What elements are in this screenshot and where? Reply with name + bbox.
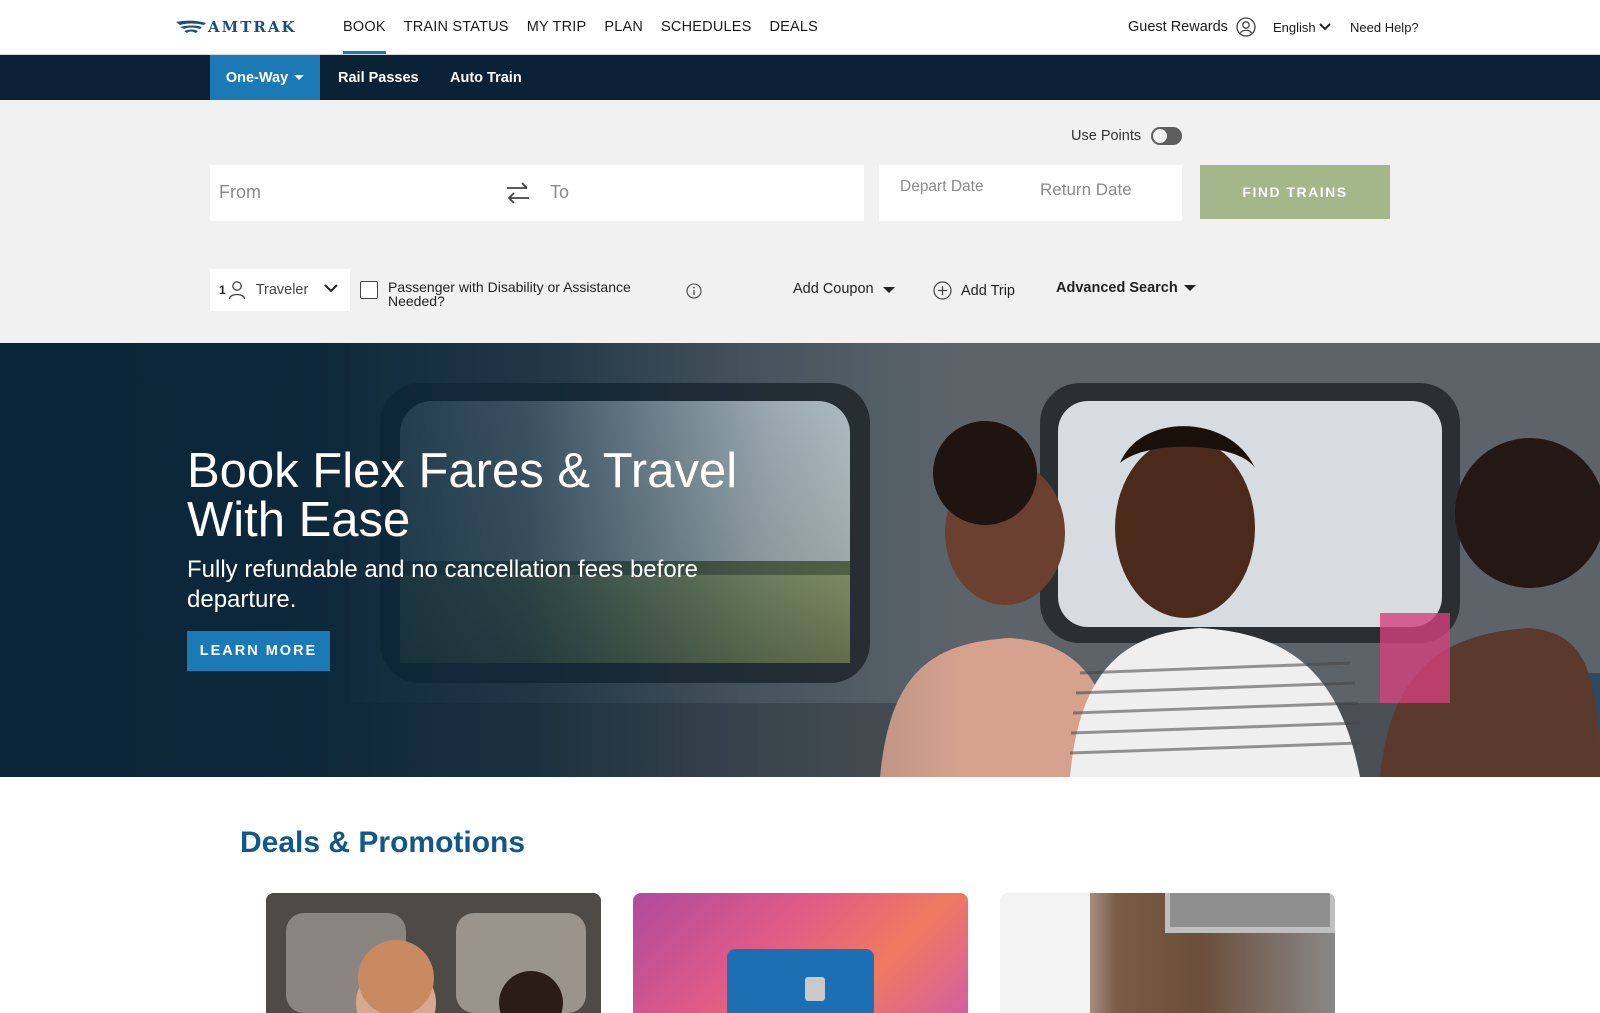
deals-section-title: Deals & Promotions	[240, 826, 526, 859]
to-input[interactable]: To	[550, 182, 569, 203]
traveler-count: 1	[219, 283, 226, 297]
deal-card-2-image	[727, 949, 874, 1013]
main-nav: BOOK TRAIN STATUS MY TRIP PLAN SCHEDULES…	[343, 0, 836, 54]
amtrak-swoosh-icon	[176, 20, 206, 33]
find-trains-button[interactable]: FIND TRAINS	[1200, 165, 1390, 219]
chevron-down-icon	[1318, 23, 1331, 31]
add-coupon-dropdown[interactable]: Add Coupon	[793, 281, 895, 297]
caret-down-icon	[294, 75, 305, 80]
use-points-label: Use Points	[1071, 128, 1142, 144]
traveler-label: Traveler	[255, 282, 309, 298]
disability-checkbox[interactable]	[360, 281, 378, 299]
nav-plan[interactable]: PLAN	[604, 0, 643, 54]
nav-book[interactable]: BOOK	[343, 0, 386, 54]
swap-stations-icon[interactable]	[505, 180, 531, 206]
advanced-search-dropdown[interactable]: Advanced Search	[1056, 280, 1196, 296]
tab-rail-passes[interactable]: Rail Passes	[338, 55, 419, 100]
info-icon[interactable]	[686, 283, 702, 299]
language-selector[interactable]: English	[1273, 0, 1331, 54]
deal-card-1[interactable]	[266, 893, 601, 1013]
disability-assistance-option: Passenger with Disability or Assistance …	[360, 280, 658, 308]
from-input[interactable]: From	[219, 182, 261, 203]
top-navigation: AMTRAK BOOK TRAIN STATUS MY TRIP PLAN SC…	[0, 0, 1600, 55]
trip-search-panel: Use Points From To Depart Date Return Da…	[0, 100, 1600, 343]
tab-one-way[interactable]: One-Way	[210, 55, 320, 100]
add-trip-label: Add Trip	[961, 282, 1015, 299]
amtrak-logo[interactable]: AMTRAK	[176, 17, 297, 37]
tab-auto-train[interactable]: Auto Train	[450, 55, 522, 100]
return-date-input[interactable]: Return Date	[1040, 180, 1132, 200]
disability-label: Passenger with Disability or Assistance …	[388, 279, 631, 309]
use-points-toggle-group: Use Points	[1071, 127, 1183, 145]
chevron-down-icon	[324, 284, 338, 293]
traveler-selector[interactable]: 1 Traveler	[210, 269, 350, 311]
caret-down-icon	[882, 287, 895, 293]
booking-type-bar: One-Way Rail Passes Auto Train	[0, 55, 1600, 100]
need-help-link[interactable]: Need Help?	[1350, 0, 1419, 54]
add-trip-button[interactable]: Add Trip	[933, 281, 1015, 300]
nav-schedules[interactable]: SCHEDULES	[661, 0, 751, 54]
advanced-search-label: Advanced Search	[1056, 280, 1178, 296]
learn-more-button[interactable]: LEARN MORE	[187, 631, 330, 671]
tab-one-way-label: One-Way	[225, 69, 289, 86]
use-points-toggle[interactable]	[1151, 127, 1183, 145]
user-account-icon	[1236, 17, 1256, 37]
guest-rewards-label: Guest Rewards	[1128, 19, 1228, 35]
hero-subtitle: Fully refundable and no cancellation fee…	[187, 556, 699, 613]
deal-card-3[interactable]	[1000, 893, 1335, 1013]
plus-circle-icon	[933, 281, 952, 300]
from-to-field-group: From To	[210, 165, 864, 221]
nav-deals[interactable]: DEALS	[770, 0, 819, 54]
add-coupon-label: Add Coupon	[793, 281, 874, 297]
guest-rewards-link[interactable]: Guest Rewards	[1128, 0, 1256, 54]
nav-train-status[interactable]: TRAIN STATUS	[404, 0, 509, 54]
deal-card-3-image	[1000, 893, 1335, 1013]
hero-banner: Book Flex Fares & Travel With Ease Fully…	[0, 343, 1600, 777]
date-field-group: Depart Date Return Date	[879, 165, 1182, 221]
deal-card-2[interactable]	[633, 893, 968, 1013]
caret-down-icon	[1183, 285, 1196, 291]
depart-date-input[interactable]: Depart Date	[900, 178, 984, 196]
hero-title: Book Flex Fares & Travel With Ease	[187, 444, 738, 547]
person-icon	[228, 281, 245, 300]
nav-my-trip[interactable]: MY TRIP	[527, 0, 587, 54]
language-label: English	[1273, 19, 1316, 35]
logo-text: AMTRAK	[208, 18, 297, 36]
deal-card-1-image	[266, 893, 601, 1013]
